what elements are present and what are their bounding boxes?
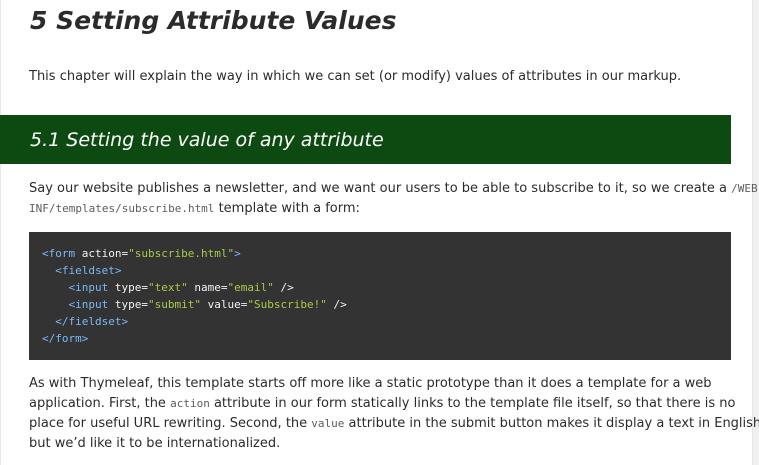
paragraph-text: place for useful URL rewriting. Second, … — [29, 416, 312, 431]
chapter-intro: This chapter will explain the way in whi… — [29, 69, 682, 84]
code-tag-close: > — [114, 263, 122, 277]
code-attr-value: "subscribe.html" — [128, 247, 235, 260]
code-tag-close: > — [121, 314, 129, 328]
code-line: <fieldset> — [42, 264, 121, 277]
inline-code-path: INF/templates/subscribe.html — [29, 202, 215, 215]
code-attr-name: name= — [187, 280, 228, 294]
paragraph-text: attribute in the submit button makes it … — [344, 416, 759, 431]
paragraph-line: but we’d like it to be internationalized… — [29, 436, 281, 451]
code-attr-name: action= — [75, 247, 129, 260]
code-attr-name: type= — [108, 297, 148, 311]
paragraph-text: attribute in our form statically links t… — [209, 396, 736, 411]
paragraph-line: Say our website publishes a newsletter, … — [29, 179, 759, 199]
inline-code-action: action — [170, 397, 210, 410]
inline-code-value: value — [311, 417, 345, 430]
chapter-title: 5 Setting Attribute Values — [30, 6, 397, 35]
paragraph-text: application. First, the — [29, 396, 171, 411]
paragraph-line: INF/templates/subscribe.html template wi… — [29, 199, 729, 219]
code-tag: <input — [68, 280, 109, 294]
paragraph-line: As with Thymeleaf, this template starts … — [29, 376, 712, 391]
inline-code-path: /WEB- — [731, 182, 759, 195]
code-attr-name: type= — [108, 280, 148, 294]
paragraph-text: Say our website publishes a newsletter, … — [29, 181, 732, 196]
code-line: <form action="subscribe.html"> — [42, 247, 241, 260]
section-title: 5.1 Setting the value of any attribute — [30, 129, 384, 151]
code-tag: </form — [42, 331, 82, 345]
paragraph-subscribe-intro: Say our website publishes a newsletter, … — [29, 179, 759, 219]
code-attr-value: "submit" — [148, 297, 201, 311]
document-page: 5 Setting Attribute Values This chapter … — [0, 0, 759, 465]
code-line: <input type="text" name="email" /> — [42, 281, 294, 294]
code-line: </form> — [42, 332, 88, 345]
page-right-margin — [752, 0, 759, 465]
paragraph-text: template with a form: — [214, 201, 360, 216]
code-line: </fieldset> — [42, 315, 128, 328]
code-tag: <form — [42, 247, 76, 260]
code-listing: <form action="subscribe.html"> <fieldset… — [42, 246, 347, 347]
paragraph-line: place for useful URL rewriting. Second, … — [29, 414, 759, 434]
code-tag: <fieldset — [55, 263, 115, 277]
page-left-border — [0, 0, 1, 465]
code-tag-close: /> — [273, 280, 294, 294]
code-attr-value: "text" — [148, 280, 188, 294]
code-block: <form action="subscribe.html"> <fieldset… — [29, 232, 731, 360]
code-attr-value: "Subscribe!" — [247, 297, 327, 311]
code-tag: </fieldset — [55, 314, 122, 328]
code-line: <input type="submit" value="Subscribe!" … — [42, 298, 347, 311]
code-tag-close: /> — [326, 297, 347, 311]
code-tag-close: > — [234, 247, 241, 260]
paragraph-line: application. First, the action attribute… — [29, 394, 735, 414]
code-attr-name: value= — [200, 297, 248, 311]
paragraph-explanation: As with Thymeleaf, this template starts … — [29, 374, 759, 454]
code-tag: <input — [68, 297, 109, 311]
code-tag-close: > — [81, 331, 89, 345]
code-attr-value: "email" — [227, 280, 274, 294]
